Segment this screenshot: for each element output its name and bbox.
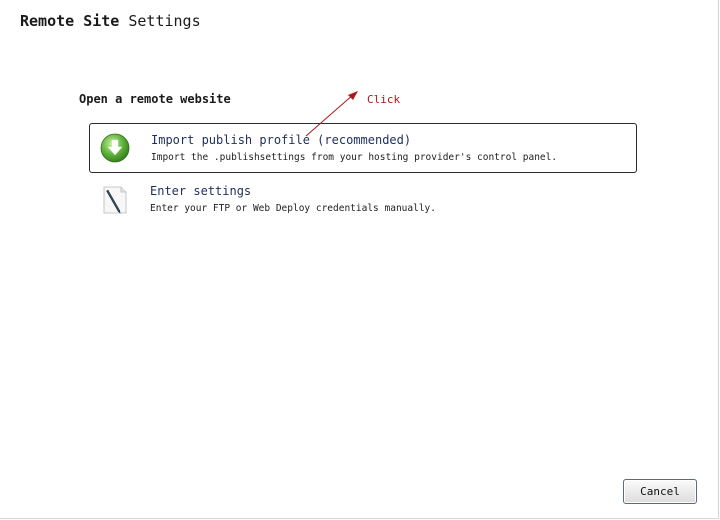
option-description: Enter your FTP or Web Deploy credentials… (150, 203, 436, 214)
option-enter-settings[interactable]: Enter settings Enter your FTP or Web Dep… (89, 175, 637, 225)
cancel-button[interactable]: Cancel (623, 479, 697, 504)
dialog-title: Remote Site Settings (20, 12, 201, 30)
dialog-frame (0, 0, 719, 519)
option-title: Import publish profile (recommended) (151, 133, 412, 147)
dialog-title-bold: Remote Site (20, 12, 120, 30)
option-description: Import the .publishsettings from your ho… (151, 152, 558, 163)
click-annotation-label: Click (367, 93, 401, 106)
dialog-title-normal: Settings (128, 12, 201, 30)
option-import-publish-profile[interactable]: Import publish profile (recommended) Imp… (89, 123, 637, 173)
section-heading: Open a remote website (79, 92, 231, 106)
document-pen-icon (103, 186, 127, 214)
option-title: Enter settings (150, 184, 252, 198)
download-arrow-icon (100, 133, 130, 163)
